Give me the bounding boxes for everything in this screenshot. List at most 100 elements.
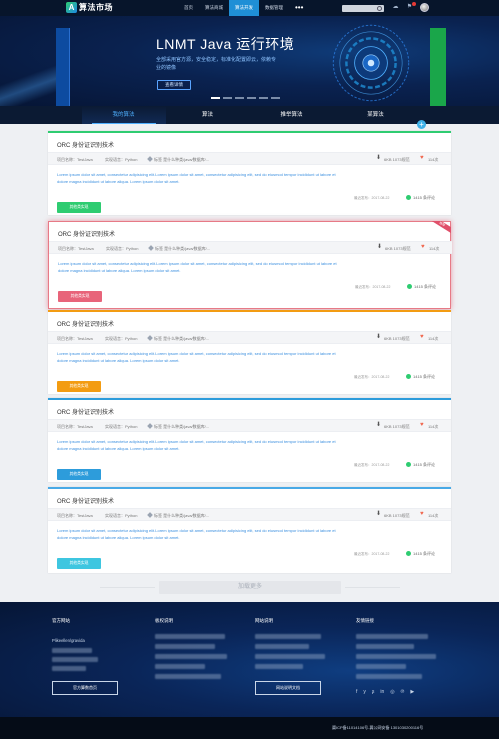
project-name: 项目名称：TestJava <box>57 157 93 162</box>
card-title[interactable]: ORC 身份证识别技术 <box>57 496 114 505</box>
search-icon[interactable] <box>377 6 382 11</box>
banner-dot[interactable] <box>271 97 280 99</box>
heart-icon[interactable]: ♥ <box>421 244 426 250</box>
card-title[interactable]: ORC 身份证识别技术 <box>57 140 114 149</box>
bell-icon[interactable]: ⚑ <box>406 2 416 11</box>
more-menu-button[interactable]: ••• <box>289 1 309 15</box>
tag-icon <box>147 512 153 518</box>
comment-count[interactable]: 1415 条评论 <box>407 284 436 290</box>
publish-date: 最近发布：2017-08-22 <box>354 552 390 556</box>
footer-text-line <box>255 644 309 649</box>
like-count: 114次 <box>428 424 439 429</box>
footer-site-doc-button[interactable]: 网站说明文档 <box>255 681 321 695</box>
card-title[interactable]: ORC 身份证识别技术 <box>57 407 114 416</box>
banner-dot[interactable] <box>223 97 232 99</box>
card-meta: 项目名称：TestJava 实现语言：Python 标签 是什么种类/java/… <box>48 152 451 165</box>
youtube-icon[interactable]: ▶ <box>410 689 414 695</box>
card-title[interactable]: ORC 身份证识别技术 <box>57 319 114 328</box>
publish-date: 最近发布：2017-08-22 <box>354 375 390 379</box>
nav-item-develop[interactable]: 算法开发 <box>229 0 259 16</box>
comment-icon <box>406 551 411 557</box>
banner-next-slide[interactable] <box>430 28 446 106</box>
download-icon[interactable]: ⬇ <box>376 422 381 428</box>
algorithm-card[interactable]: ORC 身份证识别技术 项目名称：TestJava 实现语言：Python 标签… <box>48 487 451 573</box>
download-icon[interactable]: ⬇ <box>376 155 381 161</box>
top-navbar: A 算法市场 首页 算法商城 算法开发 数据管理 ••• ☁ ⚑ <box>0 0 499 16</box>
tech-globe-illustration <box>332 24 410 102</box>
comment-count-text: 1415 条评论 <box>413 374 436 379</box>
footer-official-text: Plikeellen/gravida <box>52 638 85 643</box>
heart-icon[interactable]: ♥ <box>420 422 425 428</box>
banner-subtitle: 全部采用官方源，安全稳定，标准化配置即云，依赖专业的镜像 <box>156 57 277 71</box>
nav-item-home[interactable]: 首页 <box>178 0 199 16</box>
algorithm-card[interactable]: ORC 身份证识别技术 项目名称：TestJava 实现语言：Python 标签… <box>48 131 451 215</box>
footer-text-line <box>155 644 215 649</box>
comment-count[interactable]: 1415 条评论 <box>406 195 435 201</box>
card-description: Lorem ipsum dolor sit amet, consectetur … <box>57 528 336 540</box>
card-title[interactable]: ORC 身份证识别技术 <box>58 229 115 238</box>
footer-text-line <box>255 664 303 669</box>
notification-badge <box>412 2 416 6</box>
banner-detail-button[interactable]: 查看详情 <box>157 80 191 90</box>
publish-date: 最近发布：2017-08-22 <box>354 196 390 200</box>
comment-count[interactable]: 1415 条评论 <box>406 551 435 557</box>
banner-dot[interactable] <box>247 97 256 99</box>
logo-text: 算法市场 <box>79 3 113 12</box>
card-description: Lorem ipsum dolor sit amet, consectetur … <box>57 439 336 451</box>
footer-official-button[interactable]: 官方算数首页 <box>52 681 118 695</box>
implementation-language: 实现语言：Python <box>105 513 138 518</box>
comment-count[interactable]: 1415 条评论 <box>406 374 435 380</box>
nav-item-data[interactable]: 数据管理 <box>259 0 289 16</box>
banner-title: LNMT Java 运行环境 <box>156 36 295 52</box>
download-icon[interactable]: ⬇ <box>377 244 382 250</box>
search-input[interactable] <box>344 5 374 12</box>
dribbble-icon[interactable]: ◎ <box>390 689 394 695</box>
divider <box>100 587 155 588</box>
like-count: 114次 <box>429 246 440 251</box>
avatar[interactable] <box>420 3 429 12</box>
skype-icon[interactable]: ʂ <box>372 689 375 695</box>
tab-algorithms[interactable]: 算法 <box>166 106 250 124</box>
other-implementation-button[interactable]: 其他类实现 <box>57 469 101 480</box>
download-icon[interactable]: ⬇ <box>376 334 381 340</box>
heart-icon[interactable]: ♥ <box>420 511 425 517</box>
heart-icon[interactable]: ♥ <box>420 334 425 340</box>
tab-other[interactable]: 某算法 <box>334 106 418 124</box>
footer-official-title: 官方网站 <box>52 618 70 623</box>
add-algorithm-button[interactable]: + <box>417 120 426 129</box>
heart-icon[interactable]: ♥ <box>420 155 425 161</box>
tab-my-algorithms[interactable]: 我的算法 <box>81 106 166 124</box>
banner-dot[interactable] <box>211 97 220 99</box>
publish-date: 最近发布：2017-08-22 <box>354 463 390 467</box>
tab-recommended[interactable]: 推举算法 <box>250 106 334 124</box>
banner-dot[interactable] <box>259 97 268 99</box>
algorithm-card[interactable]: ORC 身份证识别技术 项目名称：TestJava 实现语言：Python 标签… <box>48 221 452 309</box>
tags: 标签 是什么种类/java/数据库/... <box>147 335 209 342</box>
other-implementation-button[interactable]: 其他类实现 <box>57 381 101 392</box>
divider <box>345 587 400 588</box>
other-implementation-button[interactable]: 其他类实现 <box>58 291 102 302</box>
other-implementation-button[interactable]: 其他类实现 <box>57 558 101 569</box>
tag-icon <box>147 423 153 429</box>
comment-count[interactable]: 1415 条评论 <box>406 462 435 468</box>
nav-item-market[interactable]: 算法商城 <box>199 0 229 16</box>
banner-prev-slide[interactable] <box>56 28 70 106</box>
main-nav: 首页 算法商城 算法开发 数据管理 ••• <box>178 0 309 16</box>
linkedin-icon[interactable]: in <box>380 689 384 695</box>
comment-count-text: 1415 条评论 <box>413 551 436 556</box>
other-implementation-button[interactable]: 其他类实现 <box>57 202 101 213</box>
logo[interactable]: A 算法市场 <box>66 2 113 13</box>
implementation-language: 实现语言：Python <box>106 246 139 251</box>
download-icon[interactable]: ⬇ <box>376 511 381 517</box>
footer-text-line <box>52 666 86 671</box>
facebook-icon[interactable]: f <box>356 689 357 695</box>
load-more-button[interactable]: 加载更多 <box>159 581 341 594</box>
cloud-icon[interactable]: ☁ <box>392 4 399 11</box>
card-meta: 项目名称：TestJava 实现语言：Python 标签 是什么种类/java/… <box>48 508 451 521</box>
algorithm-card[interactable]: ORC 身份证识别技术 项目名称：TestJava 实现语言：Python 标签… <box>48 310 451 394</box>
banner-dot[interactable] <box>235 97 244 99</box>
pinterest-icon[interactable]: ℗ <box>401 689 405 695</box>
footer-text-line <box>356 644 414 649</box>
algorithm-card[interactable]: ORC 身份证识别技术 项目名称：TestJava 实现语言：Python 标签… <box>48 398 451 482</box>
twitter-icon[interactable]: y <box>363 689 366 695</box>
